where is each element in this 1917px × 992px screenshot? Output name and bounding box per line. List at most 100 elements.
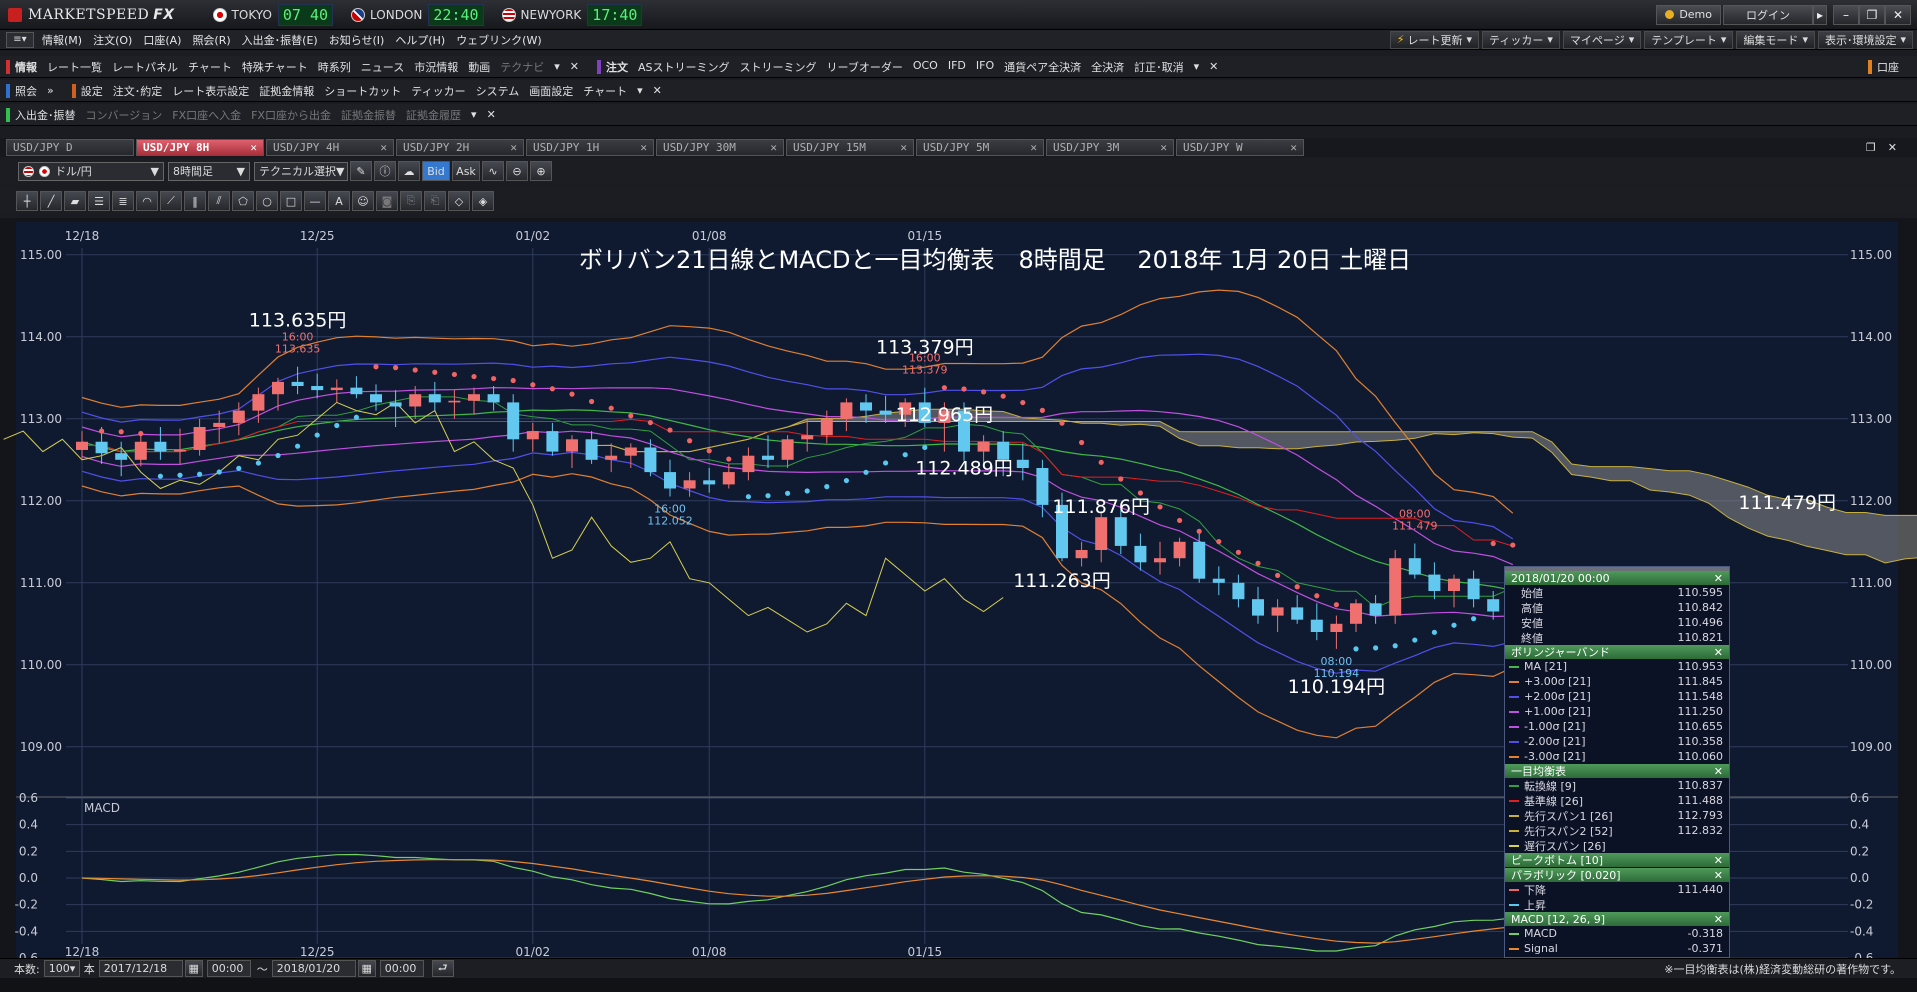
crosshair-icon[interactable]: ┼ bbox=[16, 191, 38, 211]
login-button[interactable]: ログイン bbox=[1723, 4, 1813, 25]
to-date-field[interactable]: 2018/01/20 bbox=[271, 960, 356, 977]
rectangle-icon[interactable]: □ bbox=[280, 191, 302, 211]
close-icon[interactable]: ✕ bbox=[1209, 60, 1218, 73]
close-icon[interactable]: ✕ bbox=[1714, 913, 1723, 926]
toolbar-item[interactable]: 証拠金履歴 bbox=[406, 107, 461, 123]
close-icon[interactable]: ✕ bbox=[1714, 572, 1723, 585]
zoom-in-icon[interactable]: ⊕ bbox=[530, 161, 552, 181]
zoom-out-icon[interactable]: ⊖ bbox=[506, 161, 528, 181]
pair-select[interactable]: ドル/円 ▼ bbox=[18, 161, 164, 181]
toolbar-item[interactable]: FX口座へ入金 bbox=[172, 107, 241, 123]
toolbar-item[interactable]: 時系列 bbox=[318, 59, 351, 75]
more-icon[interactable]: ▾ bbox=[554, 60, 560, 73]
menu-item[interactable]: ウェブリンク(W) bbox=[456, 32, 541, 48]
close-icon[interactable]: ✕ bbox=[1714, 646, 1723, 659]
fan-icon[interactable]: ⟋ bbox=[160, 191, 182, 211]
fibonacci-icon[interactable]: ≣ bbox=[112, 191, 134, 211]
tab-usd-jpy-d[interactable]: USD/JPY D bbox=[6, 139, 134, 156]
erase-icon[interactable]: ◇ bbox=[448, 191, 470, 211]
pentagon-icon[interactable]: ⬠ bbox=[232, 191, 254, 211]
copy-icon[interactable]: ⎘ bbox=[400, 191, 422, 211]
toolbar-item[interactable]: 全決済 bbox=[1091, 59, 1124, 75]
tab-usd-jpy-8h[interactable]: USD/JPY 8H ✕ bbox=[136, 139, 264, 156]
toolbar-item[interactable]: 特殊チャート bbox=[242, 59, 308, 75]
ask-button[interactable]: Ask bbox=[452, 161, 480, 181]
menu-right-button[interactable]: ティッカー ▾ bbox=[1482, 30, 1560, 49]
account-group-label[interactable]: 口座 bbox=[1877, 59, 1899, 75]
menu-right-button[interactable]: ⚡ レート更新 ▾ bbox=[1389, 30, 1480, 49]
tab-usd-jpy-5m[interactable]: USD/JPY 5M ✕ bbox=[916, 139, 1044, 156]
tab-usd-jpy-1h[interactable]: USD/JPY 1H ✕ bbox=[526, 139, 654, 156]
close-icon[interactable]: ✕ bbox=[570, 60, 579, 73]
toolbar-item[interactable]: ストリーミング bbox=[740, 59, 817, 75]
stamp-icon[interactable]: ☺ bbox=[352, 191, 374, 211]
menu-item[interactable]: 入出金･振替(E) bbox=[242, 32, 318, 48]
menu-item[interactable]: 照会(R) bbox=[192, 32, 230, 48]
toolbar-item[interactable]: コンバージョン bbox=[86, 107, 163, 123]
menu-right-button[interactable]: テンプレート ▾ bbox=[1644, 30, 1734, 49]
restore-icon[interactable]: ❐ bbox=[1866, 141, 1876, 154]
toolbar-item[interactable]: ティッカー bbox=[411, 83, 465, 99]
login-arrow-icon[interactable]: ▸ bbox=[1813, 4, 1827, 25]
hlines-icon[interactable]: ☰ bbox=[88, 191, 110, 211]
menu-item[interactable]: 口座(A) bbox=[143, 32, 181, 48]
inquiry-group-label[interactable]: 照会 bbox=[15, 83, 37, 99]
count-select[interactable]: 100 ▾ bbox=[43, 960, 80, 977]
more-icon[interactable]: ▾ bbox=[471, 108, 477, 121]
calendar-icon[interactable]: ▦ bbox=[357, 960, 376, 977]
timeframe-select[interactable]: 8時間足 ▼ bbox=[168, 161, 250, 181]
toolbar-item[interactable]: 通貨ペア全決済 bbox=[1004, 59, 1081, 75]
toolbar-item[interactable]: テクナビ bbox=[500, 59, 544, 75]
bid-button[interactable]: Bid bbox=[422, 161, 450, 181]
wave-icon[interactable]: ∿ bbox=[482, 161, 504, 181]
toolbar-item[interactable]: システム bbox=[476, 83, 520, 99]
settings-group-label[interactable]: 設定 bbox=[81, 83, 103, 99]
toolbar-item[interactable]: レート一覧 bbox=[47, 59, 102, 75]
toolbar-item[interactable]: チャート bbox=[583, 83, 627, 99]
close-icon[interactable]: ✕ bbox=[1885, 4, 1911, 25]
return-icon[interactable]: ⮐ bbox=[431, 960, 454, 977]
menu-item[interactable]: 情報(M) bbox=[42, 32, 82, 48]
calendar-icon[interactable]: ▦ bbox=[184, 960, 203, 977]
pen-icon[interactable]: ✎ bbox=[350, 161, 372, 181]
eraser-icon[interactable]: ▰ bbox=[64, 191, 86, 211]
tab-usd-jpy-3m[interactable]: USD/JPY 3M ✕ bbox=[1046, 139, 1174, 156]
toolbar-item[interactable]: OCO bbox=[913, 59, 938, 75]
close-icon[interactable]: ✕ bbox=[1714, 869, 1723, 882]
tab-usd-jpy-w[interactable]: USD/JPY W ✕ bbox=[1176, 139, 1304, 156]
tab-usd-jpy-2h[interactable]: USD/JPY 2H ✕ bbox=[396, 139, 524, 156]
deposit-group-label[interactable]: 入出金･振替 bbox=[15, 107, 76, 123]
arc-icon[interactable]: ◠ bbox=[136, 191, 158, 211]
toolbar-item[interactable]: リーブオーダー bbox=[827, 59, 903, 75]
info-group-label[interactable]: 情報 bbox=[15, 59, 37, 75]
tab-close-icon[interactable]: ✕ bbox=[770, 141, 777, 154]
toolbar-item[interactable]: 訂正･取消 bbox=[1134, 59, 1184, 75]
hline-icon[interactable]: — bbox=[304, 191, 326, 211]
menu-item[interactable]: お知らせ(I) bbox=[329, 32, 385, 48]
close-icon[interactable]: ✕ bbox=[1714, 854, 1723, 867]
tab-close-icon[interactable]: ✕ bbox=[1290, 141, 1297, 154]
close-icon[interactable]: ✕ bbox=[653, 84, 662, 97]
close-icon[interactable]: ✕ bbox=[487, 108, 496, 121]
tab-close-icon[interactable]: ✕ bbox=[1030, 141, 1037, 154]
toolbar-item[interactable]: レートパネル bbox=[112, 59, 178, 75]
erase-all-icon[interactable]: ◈ bbox=[472, 191, 494, 211]
tab-close-icon[interactable]: ✕ bbox=[380, 141, 387, 154]
toolbar-item[interactable]: 画面設定 bbox=[529, 83, 573, 99]
technical-select[interactable]: テクニカル選択 ▼ bbox=[254, 161, 348, 181]
menu-toggle-icon[interactable]: ≡▾ bbox=[6, 31, 34, 48]
tab-usd-jpy-15m[interactable]: USD/JPY 15M ✕ bbox=[786, 139, 914, 156]
tab-close-icon[interactable]: ✕ bbox=[640, 141, 647, 154]
circle-icon[interactable]: ○ bbox=[256, 191, 278, 211]
order-group-label[interactable]: 注文 bbox=[606, 59, 628, 75]
toolbar-item[interactable]: 証拠金情報 bbox=[259, 83, 314, 99]
more-icon[interactable]: ▾ bbox=[1194, 60, 1200, 73]
toolbar-item[interactable]: ショートカット bbox=[324, 83, 401, 99]
toolbar-item[interactable]: 市況情報 bbox=[414, 59, 458, 75]
tab-close-icon[interactable]: ✕ bbox=[900, 141, 907, 154]
info-icon[interactable]: ⓘ bbox=[374, 161, 396, 181]
more-icon[interactable]: ▾ bbox=[637, 84, 643, 97]
from-time-field[interactable]: 00:00 bbox=[206, 960, 251, 977]
toolbar-item[interactable]: 注文･約定 bbox=[113, 83, 163, 99]
tab-close-icon[interactable]: ✕ bbox=[510, 141, 517, 154]
